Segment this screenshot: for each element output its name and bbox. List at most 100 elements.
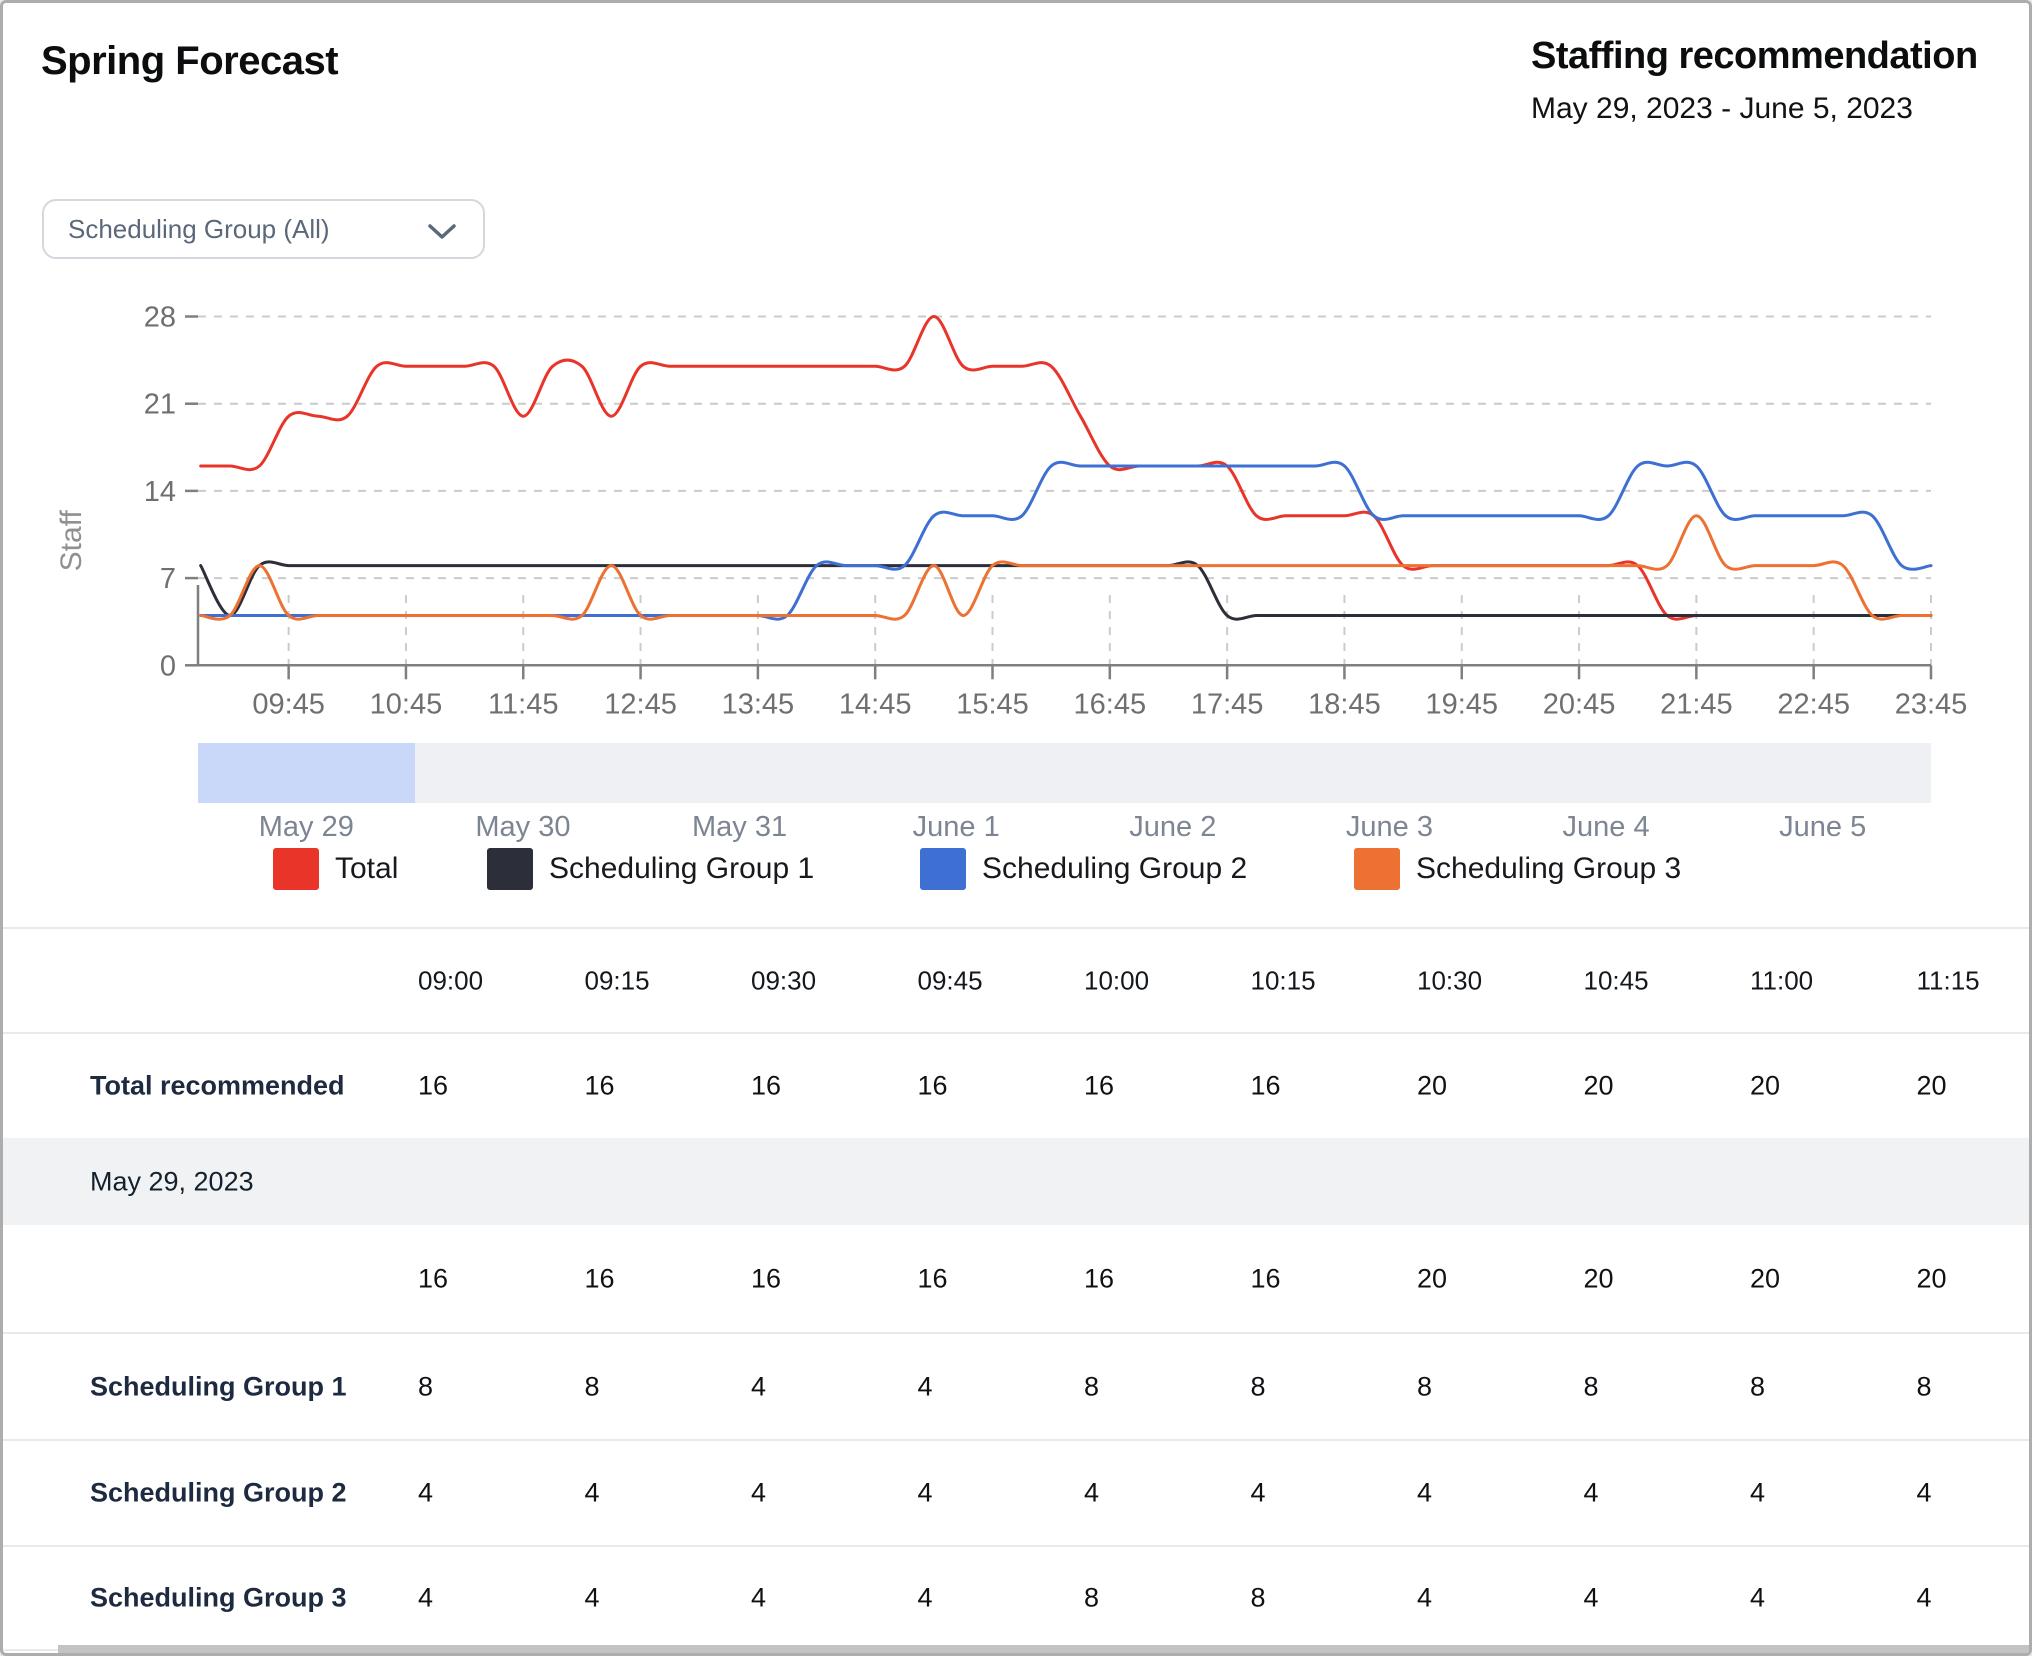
table-cell: 20 [1417,1071,1447,1102]
table-cell: 4 [751,1478,766,1509]
x-tick-label: 20:45 [1543,688,1616,720]
y-tick-label: 7 [160,563,176,595]
staffing-table: 09:0009:1509:3009:4510:0010:1510:3010:45… [3,927,2032,1651]
timeline-day-label: June 4 [1498,811,1715,847]
time-column-header: 11:00 [1750,965,1813,996]
x-tick-label: 21:45 [1660,688,1733,720]
x-tick-label: 10:45 [370,688,443,720]
legend-label: Scheduling Group 3 [1416,852,1681,886]
table-cell: 8 [418,1371,433,1402]
table-cell: 8 [1584,1371,1599,1402]
series-line-total [201,317,1931,620]
timeline-segment[interactable] [1498,743,1715,803]
table-row: Scheduling Group 34444884444 [3,1545,2032,1649]
table-cell: 4 [751,1583,766,1614]
legend-swatch [273,848,319,890]
table-row: 16161616161620202020 [3,1225,2032,1332]
time-column-header: 09:00 [418,965,483,996]
page-title: Spring Forecast [41,39,338,84]
timeline-day-label: May 29 [198,811,415,847]
day-group-header-row: May 29, 2023 [3,1138,2032,1225]
timeline-segment[interactable] [848,743,1065,803]
staffing-chart[interactable]: 0714212809:4510:4511:4512:4513:4514:4515… [3,283,2032,733]
time-column-header: 09:45 [918,965,983,996]
timeline-day-label: June 1 [848,811,1065,847]
table-cell: 20 [1917,1071,1947,1102]
table-cell: 4 [1750,1583,1765,1614]
legend-swatch [487,848,533,890]
y-tick-label: 14 [144,476,176,508]
y-tick-label: 28 [144,302,176,334]
table-cell: 16 [585,1071,615,1102]
time-column-header: 10:45 [1584,965,1649,996]
x-tick-label: 12:45 [604,688,677,720]
table-cell: 16 [585,1263,615,1294]
row-label: Scheduling Group 3 [90,1583,347,1614]
table-cell: 16 [1251,1071,1281,1102]
x-tick-label: 17:45 [1191,688,1264,720]
table-cell: 20 [1584,1263,1614,1294]
timeline-day-label: June 2 [1065,811,1282,847]
header-right: Staffing recommendation May 29, 2023 - J… [1531,35,2011,126]
table-cell: 4 [1584,1583,1599,1614]
report-title: Staffing recommendation [1531,35,2011,78]
legend-item-total[interactable]: Total [273,848,398,890]
table-cell: 4 [585,1583,600,1614]
table-cell: 4 [418,1583,433,1614]
scheduling-group-dropdown[interactable]: Scheduling Group (All) [42,199,485,259]
timeline-segment[interactable] [415,743,632,803]
table-cell: 8 [1084,1371,1099,1402]
table-cell: 8 [1084,1583,1099,1614]
table-cell: 4 [918,1583,933,1614]
legend-item-scheduling-group-3[interactable]: Scheduling Group 3 [1354,848,1681,890]
table-header-row: 09:0009:1509:3009:4510:0010:1510:3010:45… [3,927,2032,1032]
x-tick-label: 14:45 [839,688,912,720]
timeline-segment[interactable] [1065,743,1282,803]
x-tick-label: 18:45 [1308,688,1381,720]
table-cell: 8 [1750,1371,1765,1402]
table-cell: 16 [1084,1071,1114,1102]
table-row: Scheduling Group 24444444444 [3,1439,2032,1545]
time-column-header: 10:00 [1084,965,1149,996]
timeline-segment[interactable] [1281,743,1498,803]
legend-swatch [1354,848,1400,890]
timeline-selected-range[interactable] [198,743,415,803]
x-tick-label: 16:45 [1074,688,1147,720]
table-cell: 20 [1750,1071,1780,1102]
table-cell: 20 [1584,1071,1614,1102]
timeline-day-label: June 5 [1714,811,1931,847]
x-tick-label: 23:45 [1895,688,1968,720]
legend-item-scheduling-group-2[interactable]: Scheduling Group 2 [920,848,1247,890]
table-cell: 8 [1251,1583,1266,1614]
time-column-header: 11:15 [1917,965,1980,996]
row-label: Scheduling Group 2 [90,1478,347,1509]
table-cell: 16 [1251,1263,1281,1294]
series-line-scheduling-group-1 [201,562,1931,619]
timeline-day-label: June 3 [1281,811,1498,847]
time-column-header: 10:15 [1251,965,1316,996]
table-cell: 8 [1417,1371,1432,1402]
horizontal-scrollbar[interactable] [58,1645,2029,1653]
dropdown-selected-value: Scheduling Group (All) [68,214,330,245]
timeline-brush[interactable] [198,743,1931,803]
table-cell: 8 [1917,1371,1932,1402]
legend-item-scheduling-group-1[interactable]: Scheduling Group 1 [487,848,814,890]
timeline-segment[interactable] [631,743,848,803]
timeline-segment[interactable] [1714,743,1931,803]
legend-label: Total [335,852,398,886]
x-tick-label: 09:45 [252,688,325,720]
legend-label: Scheduling Group 1 [549,852,814,886]
table-row: Total recommended16161616161620202020 [3,1032,2032,1138]
time-column-header: 09:15 [585,965,650,996]
legend-swatch [920,848,966,890]
table-cell: 16 [751,1263,781,1294]
table-cell: 8 [585,1371,600,1402]
table-cell: 4 [918,1478,933,1509]
table-cell: 20 [1417,1263,1447,1294]
table-row: Scheduling Group 18844888888 [3,1332,2032,1439]
time-column-header: 10:30 [1417,965,1482,996]
series-line-scheduling-group-2 [201,462,1931,619]
table-cell: 4 [1750,1478,1765,1509]
table-cell: 4 [1584,1478,1599,1509]
date-range: May 29, 2023 - June 5, 2023 [1531,92,2011,126]
